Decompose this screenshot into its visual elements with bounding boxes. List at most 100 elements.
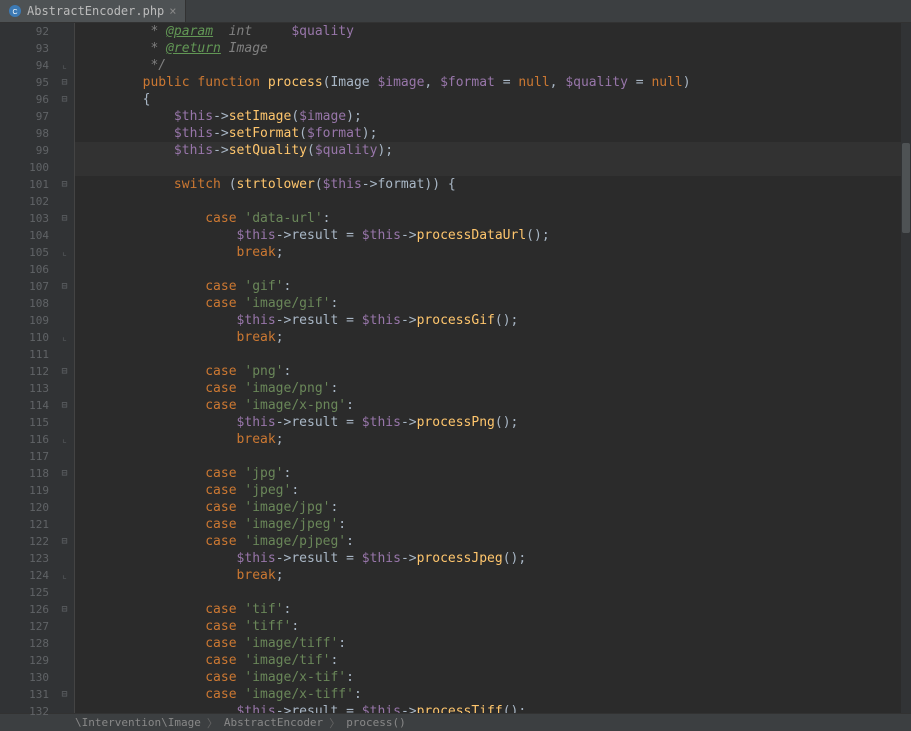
- fold-marker[interactable]: ⊟: [55, 465, 74, 482]
- code-line[interactable]: [75, 584, 911, 601]
- code-line[interactable]: case 'image/x-tif':: [75, 669, 911, 686]
- line-number: 108: [20, 295, 55, 312]
- code-line[interactable]: case 'jpeg':: [75, 482, 911, 499]
- code-line[interactable]: $this->setImage($image);: [75, 108, 911, 125]
- fold-marker[interactable]: ⊟: [55, 601, 74, 618]
- line-number: 105: [20, 244, 55, 261]
- code-line[interactable]: case 'png':: [75, 363, 911, 380]
- fold-marker: [55, 142, 74, 159]
- code-line[interactable]: {: [75, 91, 911, 108]
- code-line[interactable]: case 'image/png':: [75, 380, 911, 397]
- code-line[interactable]: break;: [75, 329, 911, 346]
- code-line[interactable]: break;: [75, 244, 911, 261]
- code-line[interactable]: switch (strtolower($this->format)) {: [75, 176, 911, 193]
- code-line[interactable]: $this->setFormat($format);: [75, 125, 911, 142]
- fold-marker[interactable]: ⌞: [55, 431, 74, 448]
- fold-marker[interactable]: ⌞: [55, 329, 74, 346]
- code-line[interactable]: $this->result = $this->processJpeg();: [75, 550, 911, 567]
- line-number: 128: [20, 635, 55, 652]
- fold-marker[interactable]: ⊟: [55, 397, 74, 414]
- fold-marker: [55, 227, 74, 244]
- fold-marker[interactable]: ⌞: [55, 244, 74, 261]
- chevron-right-icon: 〉: [329, 715, 340, 731]
- line-number: 100: [20, 159, 55, 176]
- chevron-right-icon: 〉: [207, 715, 218, 731]
- code-line[interactable]: $this->result = $this->processDataUrl();: [75, 227, 911, 244]
- fold-marker: [55, 312, 74, 329]
- fold-marker[interactable]: ⌞: [55, 57, 74, 74]
- code-line[interactable]: * @param int $quality: [75, 23, 911, 40]
- line-number-gutter[interactable]: 9293949596979899100101102103104105106107…: [20, 23, 55, 713]
- tab-filename: AbstractEncoder.php: [27, 4, 164, 18]
- code-line[interactable]: case 'image/gif':: [75, 295, 911, 312]
- code-line[interactable]: [75, 159, 911, 176]
- code-line[interactable]: $this->result = $this->processTiff();: [75, 703, 911, 713]
- code-area[interactable]: * @param int $quality * @return Image */…: [75, 23, 911, 713]
- line-number: 127: [20, 618, 55, 635]
- code-line[interactable]: */: [75, 57, 911, 74]
- fold-marker: [55, 584, 74, 601]
- fold-marker: [55, 516, 74, 533]
- fold-marker: [55, 159, 74, 176]
- fold-marker: [55, 380, 74, 397]
- svg-text:C: C: [12, 9, 17, 16]
- code-line[interactable]: $this->result = $this->processGif();: [75, 312, 911, 329]
- code-line[interactable]: case 'tif':: [75, 601, 911, 618]
- fold-marker[interactable]: ⊟: [55, 91, 74, 108]
- fold-gutter[interactable]: ⌞⊟⊟⊟⊟⌞⊟⌞⊟⊟⌞⊟⊟⌞⊟⊟: [55, 23, 75, 713]
- gutter-margin: [0, 23, 20, 713]
- fold-marker[interactable]: ⊟: [55, 278, 74, 295]
- breadcrumb-method[interactable]: process(): [346, 716, 406, 729]
- line-number: 93: [20, 40, 55, 57]
- line-number: 99: [20, 142, 55, 159]
- line-number: 132: [20, 703, 55, 720]
- line-number: 129: [20, 652, 55, 669]
- code-line[interactable]: public function process(Image $image, $f…: [75, 74, 911, 91]
- editor: 9293949596979899100101102103104105106107…: [0, 23, 911, 713]
- fold-marker[interactable]: ⊟: [55, 210, 74, 227]
- breadcrumb[interactable]: \Intervention\Image 〉 AbstractEncoder 〉 …: [0, 713, 911, 731]
- line-number: 119: [20, 482, 55, 499]
- fold-marker: [55, 635, 74, 652]
- line-number: 117: [20, 448, 55, 465]
- code-line[interactable]: $this->result = $this->processPng();: [75, 414, 911, 431]
- code-line[interactable]: case 'image/jpg':: [75, 499, 911, 516]
- code-line[interactable]: case 'image/x-png':: [75, 397, 911, 414]
- line-number: 122: [20, 533, 55, 550]
- code-line[interactable]: case 'jpg':: [75, 465, 911, 482]
- code-line[interactable]: case 'image/tif':: [75, 652, 911, 669]
- breadcrumb-namespace[interactable]: \Intervention\Image: [75, 716, 201, 729]
- code-line[interactable]: [75, 448, 911, 465]
- scrollbar-thumb[interactable]: [902, 143, 910, 233]
- fold-marker: [55, 550, 74, 567]
- code-line[interactable]: break;: [75, 567, 911, 584]
- code-line[interactable]: case 'image/jpeg':: [75, 516, 911, 533]
- code-line[interactable]: case 'image/x-tiff':: [75, 686, 911, 703]
- breadcrumb-class[interactable]: AbstractEncoder: [224, 716, 323, 729]
- fold-marker[interactable]: ⊟: [55, 533, 74, 550]
- code-line[interactable]: case 'image/tiff':: [75, 635, 911, 652]
- code-line[interactable]: case 'tiff':: [75, 618, 911, 635]
- code-line[interactable]: break;: [75, 431, 911, 448]
- line-number: 115: [20, 414, 55, 431]
- code-line[interactable]: $this->setQuality($quality);: [75, 142, 911, 159]
- code-line[interactable]: case 'data-url':: [75, 210, 911, 227]
- code-line[interactable]: [75, 346, 911, 363]
- close-icon[interactable]: ×: [169, 4, 176, 18]
- line-number: 109: [20, 312, 55, 329]
- file-tab[interactable]: C AbstractEncoder.php ×: [0, 0, 186, 22]
- vertical-scrollbar[interactable]: [901, 23, 911, 713]
- code-line[interactable]: [75, 261, 911, 278]
- line-number: 120: [20, 499, 55, 516]
- fold-marker[interactable]: ⊟: [55, 74, 74, 91]
- code-line[interactable]: * @return Image: [75, 40, 911, 57]
- code-line[interactable]: case 'gif':: [75, 278, 911, 295]
- fold-marker: [55, 193, 74, 210]
- code-line[interactable]: case 'image/pjpeg':: [75, 533, 911, 550]
- fold-marker[interactable]: ⊟: [55, 363, 74, 380]
- fold-marker: [55, 414, 74, 431]
- fold-marker[interactable]: ⊟: [55, 686, 74, 703]
- fold-marker[interactable]: ⊟: [55, 176, 74, 193]
- code-line[interactable]: [75, 193, 911, 210]
- fold-marker[interactable]: ⌞: [55, 567, 74, 584]
